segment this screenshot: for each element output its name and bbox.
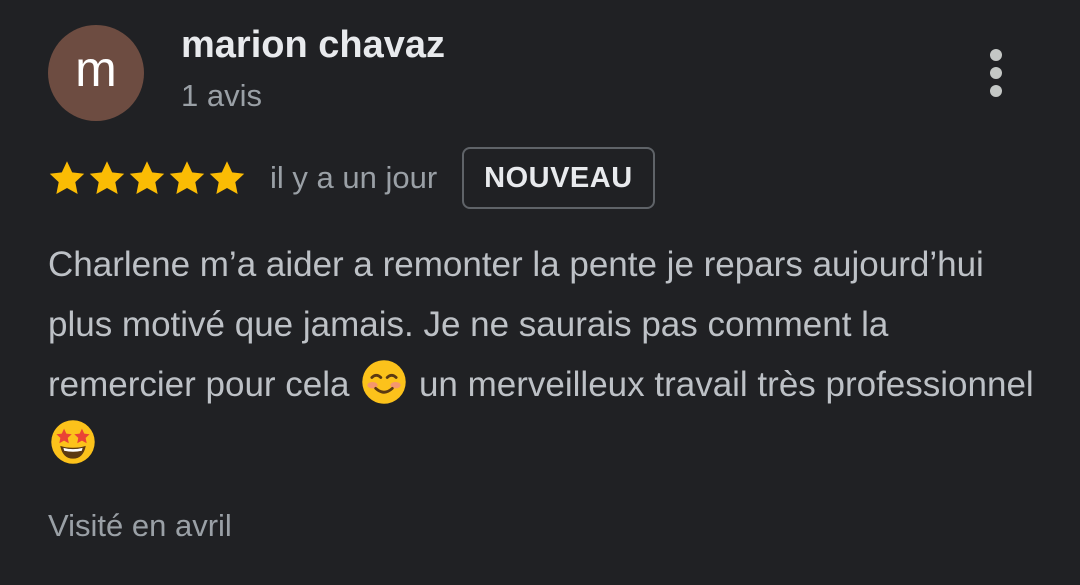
smiling-face-with-blush-emoji bbox=[362, 360, 406, 404]
star-icon bbox=[89, 161, 125, 194]
author-name[interactable]: marion chavaz bbox=[181, 24, 445, 67]
review-card: m marion chavaz 1 avis il y a un jour NO… bbox=[0, 0, 1080, 585]
star-struck-emoji bbox=[51, 420, 95, 464]
avatar[interactable]: m bbox=[48, 25, 144, 121]
star-icon bbox=[209, 161, 245, 194]
star-icon bbox=[169, 161, 205, 194]
avatar-initial: m bbox=[75, 41, 117, 97]
rating-row: il y a un jour NOUVEAU bbox=[48, 145, 655, 211]
star-icon bbox=[49, 161, 85, 194]
more-options-button[interactable] bbox=[970, 44, 1022, 102]
star-rating bbox=[48, 160, 246, 196]
review-date: il y a un jour bbox=[270, 160, 438, 195]
more-vert-icon bbox=[990, 49, 1002, 61]
star-icon bbox=[129, 161, 165, 194]
author-review-count: 1 avis bbox=[181, 78, 262, 113]
review-text-part2: un merveilleux travail très professionne… bbox=[418, 365, 1034, 404]
more-vert-icon-dot bbox=[990, 67, 1002, 79]
visit-date: Visité en avril bbox=[48, 508, 232, 543]
more-vert-icon-dot bbox=[990, 85, 1002, 97]
review-text[interactable]: Charlene m’a aider a remonter la pente j… bbox=[48, 235, 1038, 475]
new-badge: NOUVEAU bbox=[462, 147, 655, 209]
